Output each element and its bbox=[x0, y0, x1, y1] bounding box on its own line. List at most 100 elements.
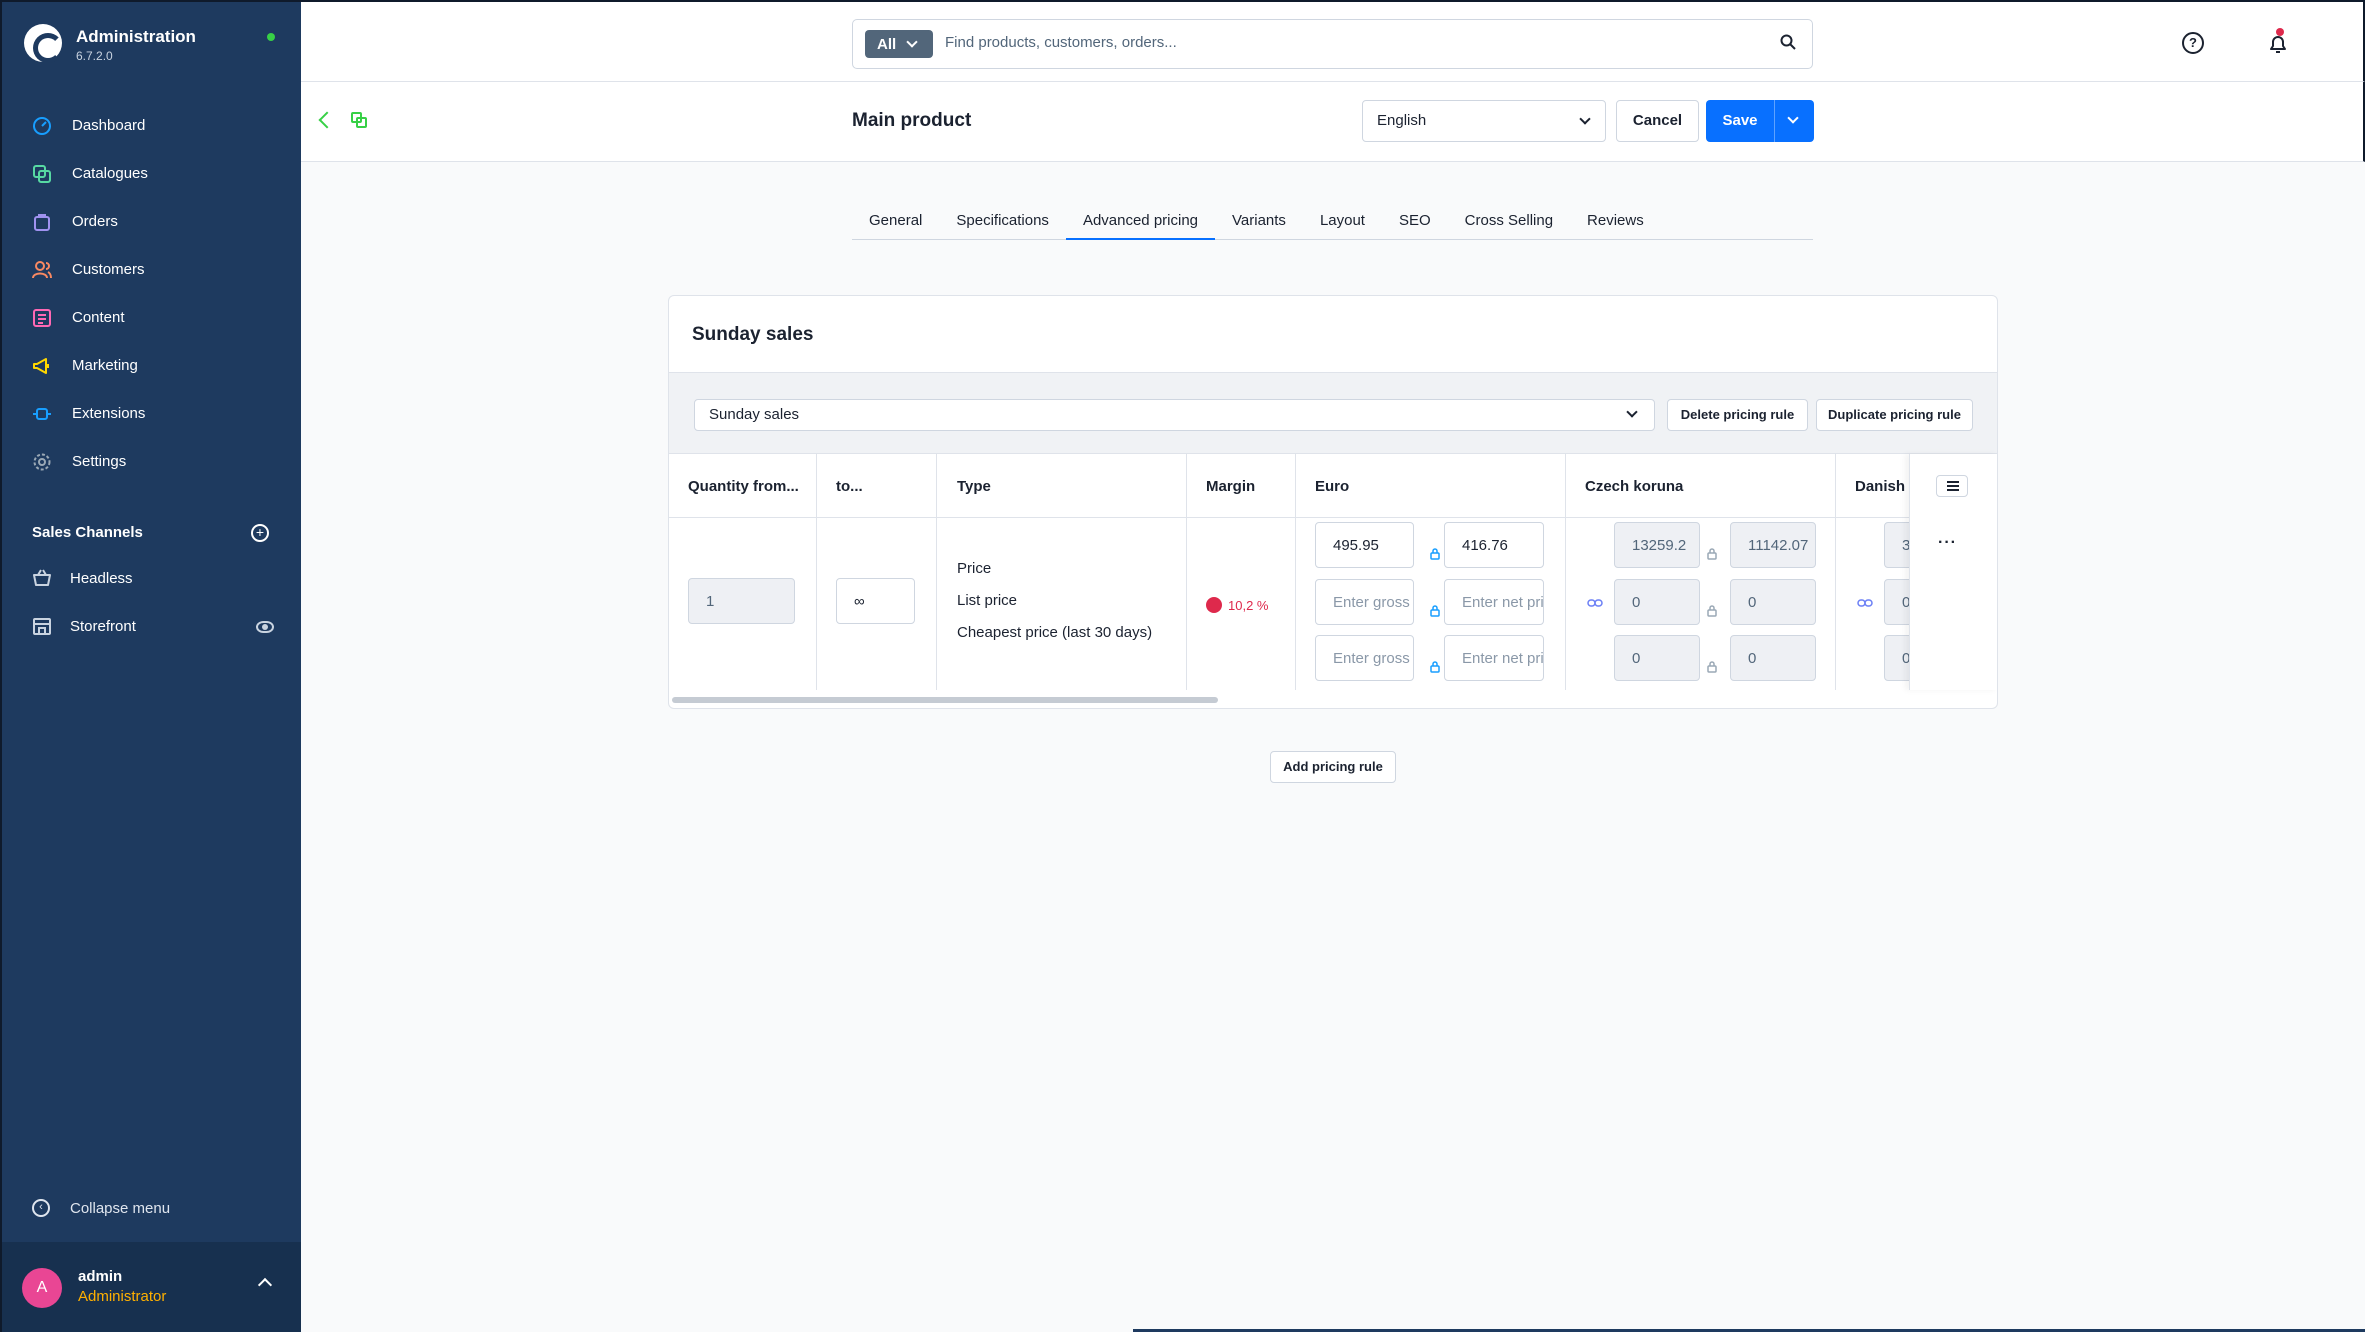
link-icon[interactable] bbox=[1857, 598, 1873, 608]
euro-list-gross-field[interactable]: Enter gross price... bbox=[1315, 579, 1414, 625]
menu-icon bbox=[1947, 485, 1959, 487]
app-title: Administration bbox=[76, 27, 196, 46]
save-button[interactable]: Save bbox=[1706, 100, 1814, 142]
tab-advanced-pricing[interactable]: Advanced pricing bbox=[1065, 204, 1216, 240]
help-icon[interactable]: ? bbox=[2182, 32, 2204, 54]
sidebar-item-label: Customers bbox=[72, 261, 145, 278]
sidebar-item-label: Catalogues bbox=[72, 165, 148, 182]
row-context-menu-icon[interactable]: ··· bbox=[1938, 534, 1957, 552]
pricing-rule-toolbar: Sunday sales Delete pricing rule Duplica… bbox=[669, 372, 1997, 454]
euro-price-net-field[interactable]: 416.76 bbox=[1444, 522, 1544, 568]
avatar: A bbox=[22, 1268, 62, 1308]
chevron-up-icon bbox=[257, 1277, 273, 1293]
eye-icon[interactable] bbox=[256, 621, 274, 633]
sidebar-item-catalogues[interactable]: Catalogues bbox=[2, 150, 301, 198]
sidebar-item-marketing[interactable]: Marketing bbox=[2, 342, 301, 390]
czk-cheapest-net-field[interactable]: 0 bbox=[1730, 635, 1816, 681]
lock-icon[interactable] bbox=[1430, 548, 1440, 560]
copy-icon[interactable] bbox=[351, 112, 367, 128]
type-cheapest-price-label: Cheapest price (last 30 days) bbox=[957, 624, 1153, 641]
pricing-rule-card: Sunday sales Sunday sales Delete pricing… bbox=[668, 295, 1998, 709]
search-icon[interactable] bbox=[1780, 34, 1796, 50]
lock-icon[interactable] bbox=[1707, 548, 1717, 560]
column-header-czk[interactable]: Czech koruna bbox=[1585, 478, 1683, 495]
euro-cheapest-net-field[interactable]: Enter net price... bbox=[1444, 635, 1544, 681]
brand[interactable]: Administration 6.7.2.0 bbox=[24, 24, 196, 63]
quantity-from-field[interactable]: 1 bbox=[688, 578, 795, 624]
tab-cross-selling[interactable]: Cross Selling bbox=[1448, 204, 1570, 240]
add-sales-channel-icon[interactable]: + bbox=[251, 524, 269, 542]
czk-list-gross-field[interactable]: 0 bbox=[1614, 579, 1700, 625]
menu-icon bbox=[1947, 481, 1959, 483]
lock-icon[interactable] bbox=[1707, 605, 1717, 617]
sales-channels-title: Sales Channels bbox=[32, 524, 143, 541]
tab-reviews[interactable]: Reviews bbox=[1570, 204, 1661, 240]
euro-list-net-field[interactable]: Enter net price... bbox=[1444, 579, 1544, 625]
cancel-button[interactable]: Cancel bbox=[1616, 100, 1699, 142]
app-version: 6.7.2.0 bbox=[76, 49, 113, 63]
language-select[interactable]: English bbox=[1362, 100, 1606, 142]
sidebar-item-customers[interactable]: Customers bbox=[2, 246, 301, 294]
gauge-icon bbox=[33, 117, 51, 135]
tab-layout[interactable]: Layout bbox=[1303, 204, 1382, 240]
column-header-euro[interactable]: Euro bbox=[1315, 478, 1349, 495]
sidebar-item-settings[interactable]: Settings bbox=[2, 438, 301, 486]
add-pricing-rule-button[interactable]: Add pricing rule bbox=[1270, 751, 1396, 783]
euro-price-gross-field[interactable]: 495.95 bbox=[1315, 522, 1414, 568]
margin-indicator: 10,2 % bbox=[1206, 597, 1268, 613]
lock-icon[interactable] bbox=[1430, 605, 1440, 617]
search-type-select[interactable]: All bbox=[865, 30, 933, 58]
table-row: 1 ∞ Price List price Cheapest price (las… bbox=[669, 518, 1997, 690]
delete-pricing-rule-button[interactable]: Delete pricing rule bbox=[1667, 399, 1808, 431]
sidebar-item-label: Content bbox=[72, 309, 125, 326]
tab-general[interactable]: General bbox=[852, 204, 939, 240]
czk-list-net-field[interactable]: 0 bbox=[1730, 579, 1816, 625]
lock-icon[interactable] bbox=[1430, 661, 1440, 673]
user-name: admin bbox=[78, 1268, 123, 1285]
horizontal-scrollbar[interactable] bbox=[672, 697, 1218, 703]
save-label: Save bbox=[1722, 112, 1758, 129]
sidebar-item-headless[interactable]: Headless bbox=[32, 566, 133, 590]
margin-status-dot bbox=[1206, 597, 1222, 613]
tab-variants[interactable]: Variants bbox=[1215, 204, 1303, 240]
column-header-margin[interactable]: Margin bbox=[1206, 478, 1255, 495]
collapse-menu-button[interactable]: ‹ Collapse menu bbox=[32, 1199, 170, 1217]
link-icon[interactable] bbox=[1587, 598, 1603, 608]
search-input[interactable] bbox=[945, 34, 1745, 51]
duplicate-pricing-rule-button[interactable]: Duplicate pricing rule bbox=[1816, 399, 1973, 431]
lock-icon[interactable] bbox=[1707, 661, 1717, 673]
sidebar-item-content[interactable]: Content bbox=[2, 294, 301, 342]
tab-specifications[interactable]: Specifications bbox=[939, 204, 1066, 240]
sidebar-item-dashboard[interactable]: Dashboard bbox=[2, 102, 301, 150]
grid-header: Quantity from... to... Type Margin Euro … bbox=[669, 454, 1997, 518]
sidebar-item-extensions[interactable]: Extensions bbox=[2, 390, 301, 438]
users-icon bbox=[32, 261, 52, 279]
gear-icon bbox=[33, 453, 51, 471]
sidebar-item-orders[interactable]: Orders bbox=[2, 198, 301, 246]
tab-seo[interactable]: SEO bbox=[1382, 204, 1448, 240]
split-divider bbox=[1774, 100, 1775, 142]
pricing-rule-select[interactable]: Sunday sales bbox=[694, 399, 1655, 431]
user-menu[interactable]: A admin Administrator bbox=[2, 1242, 301, 1332]
chevron-left-icon[interactable] bbox=[318, 111, 336, 129]
euro-cheapest-gross-field[interactable]: Enter gross price... bbox=[1315, 635, 1414, 681]
chevron-down-icon[interactable] bbox=[1787, 112, 1799, 124]
main-nav: Dashboard Catalogues Orders Customers Co… bbox=[2, 102, 301, 486]
chevron-left-circle-icon: ‹ bbox=[32, 1199, 50, 1217]
quantity-to-field[interactable]: ∞ bbox=[836, 578, 915, 624]
czk-cheapest-gross-field[interactable]: 0 bbox=[1614, 635, 1700, 681]
margin-value: 10,2 % bbox=[1228, 597, 1269, 613]
column-header-dkk[interactable]: Danish bbox=[1855, 478, 1905, 495]
column-header-quantity-from[interactable]: Quantity from... bbox=[688, 478, 799, 495]
column-header-type[interactable]: Type bbox=[957, 478, 991, 495]
sidebar-item-label: Dashboard bbox=[72, 117, 146, 134]
sidebar-item-label: Marketing bbox=[72, 357, 138, 374]
czk-price-gross-field[interactable]: 13259.2 bbox=[1614, 522, 1700, 568]
type-price-label: Price bbox=[957, 560, 992, 577]
content-icon bbox=[33, 309, 51, 327]
search-type-label: All bbox=[877, 35, 897, 53]
column-header-to[interactable]: to... bbox=[836, 478, 863, 495]
sidebar-item-storefront[interactable]: Storefront bbox=[32, 614, 136, 638]
column-settings-button[interactable] bbox=[1936, 475, 1968, 497]
czk-price-net-field[interactable]: 11142.07 bbox=[1730, 522, 1816, 568]
